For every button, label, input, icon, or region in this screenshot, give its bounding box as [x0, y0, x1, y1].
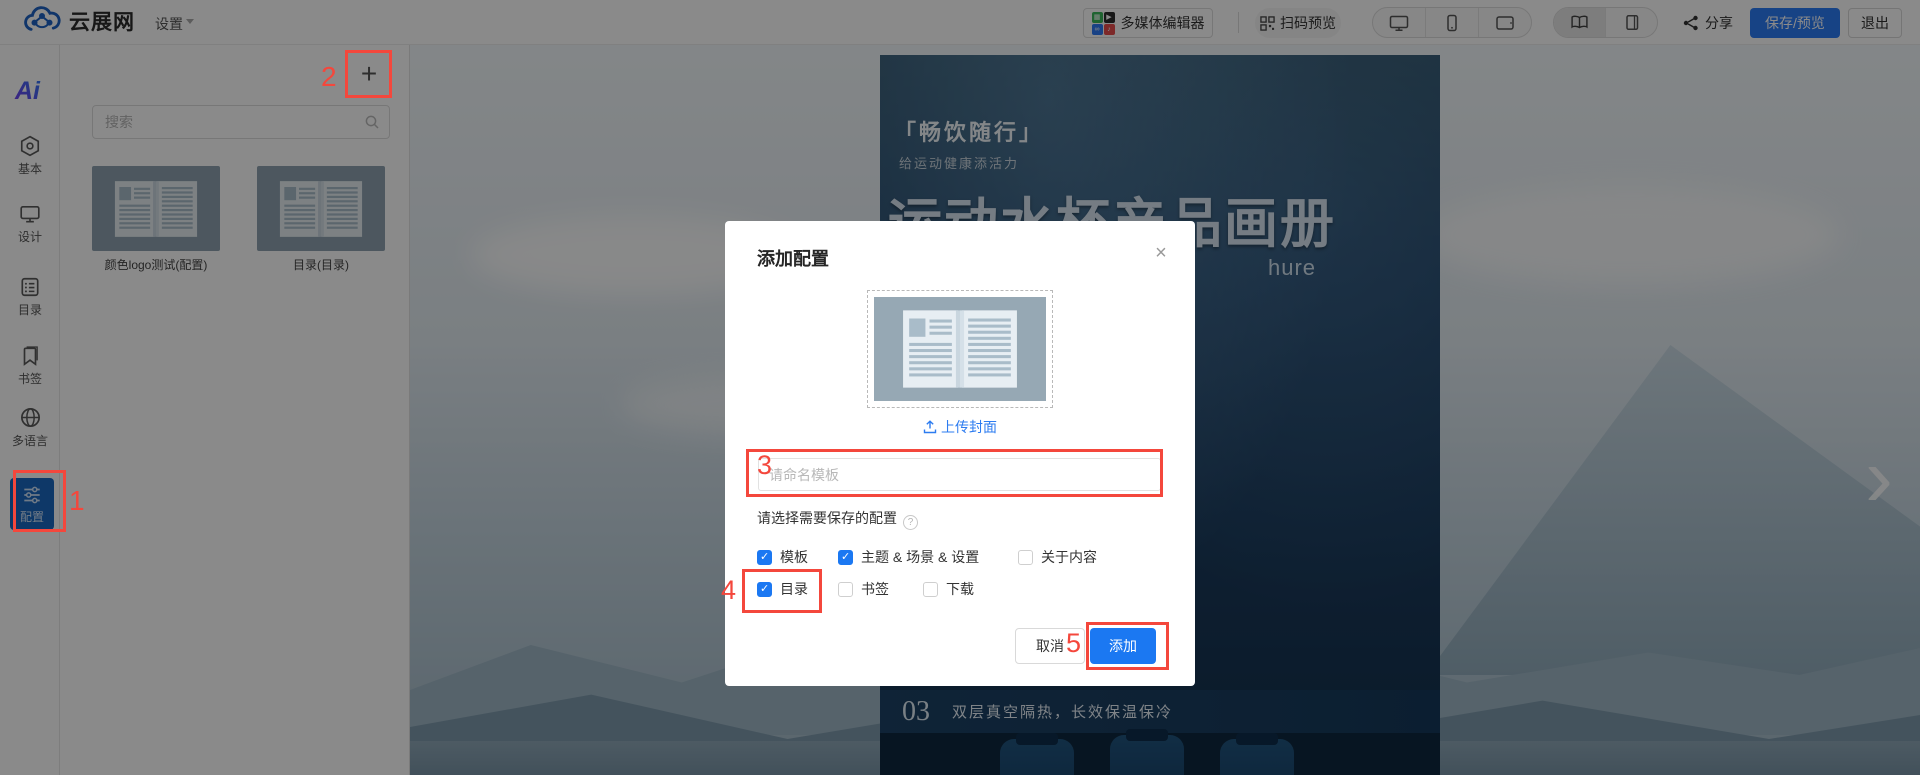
checkbox-theme-scene-settings[interactable]: 主题 & 场景 & 设置	[838, 547, 1018, 567]
help-icon[interactable]: ?	[903, 515, 918, 530]
checkbox-unchecked-icon	[923, 582, 938, 597]
checkbox-unchecked-icon	[838, 582, 853, 597]
close-icon[interactable]: ×	[1149, 241, 1173, 265]
annotation-number-4: 4	[721, 577, 736, 604]
open-book-graphic	[899, 306, 1021, 392]
checkbox-label: 关于内容	[1041, 547, 1097, 567]
annotation-box-step4	[742, 569, 822, 613]
annotation-box-step1	[13, 470, 66, 532]
app-window: 「畅饮随行」 给运动健康添活力 运动水杯产品画册 hure 03 双层真空隔热，…	[0, 0, 1920, 775]
checkbox-label: 模板	[780, 547, 808, 567]
annotation-number-1: 1	[69, 487, 85, 515]
annotation-number-5: 5	[1066, 630, 1081, 657]
checkbox-label: 主题 & 场景 & 设置	[861, 547, 979, 567]
cover-image	[874, 297, 1046, 401]
annotation-box-step5	[1086, 622, 1169, 670]
upload-icon	[923, 420, 937, 434]
upload-cover-label: 上传封面	[941, 419, 997, 435]
checkbox-row: 模板 主题 & 场景 & 设置 关于内容	[757, 547, 1097, 567]
annotation-number-2: 2	[321, 63, 337, 91]
checkbox-checked-icon	[757, 550, 772, 565]
checkbox-about-content[interactable]: 关于内容	[1018, 547, 1097, 567]
annotation-box-step2	[345, 50, 392, 98]
annotation-number-3: 3	[757, 452, 772, 479]
upload-cover-link[interactable]: 上传封面	[725, 417, 1195, 437]
checkbox-unchecked-icon	[1018, 550, 1033, 565]
checkbox-label: 下载	[946, 579, 974, 599]
checkbox-label: 书签	[861, 579, 889, 599]
cover-preview[interactable]	[867, 290, 1053, 408]
annotation-box-step3	[746, 449, 1163, 497]
section-label-text: 请选择需要保存的配置	[757, 510, 897, 526]
checkbox-template[interactable]: 模板	[757, 547, 838, 567]
checkbox-bookmark[interactable]: 书签	[838, 579, 923, 599]
dialog-title: 添加配置	[757, 245, 829, 271]
checkbox-download[interactable]: 下载	[923, 579, 974, 599]
section-label: 请选择需要保存的配置?	[757, 508, 918, 530]
checkbox-checked-icon	[838, 550, 853, 565]
